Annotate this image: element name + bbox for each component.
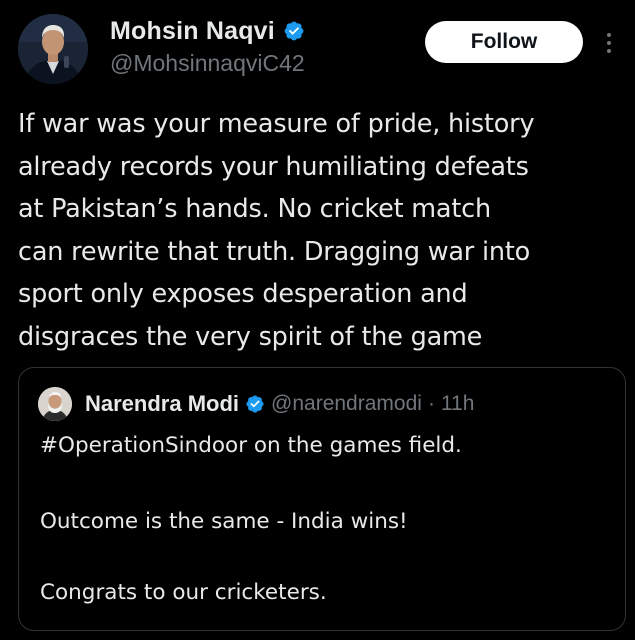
- quoted-separator: ·: [427, 392, 435, 415]
- tweet-text: If war was your measure of pride, histor…: [18, 109, 535, 352]
- author-handle[interactable]: @MohsinnaqviC42: [110, 50, 305, 77]
- author-name-row: Mohsin Naqvi: [110, 14, 305, 48]
- more-dot: [607, 49, 611, 53]
- quoted-header: Narendra Modi @narendramodi · 11h: [85, 388, 474, 420]
- quoted-tweet[interactable]: Narendra Modi @narendramodi · 11h #Opera…: [18, 367, 626, 631]
- follow-button[interactable]: Follow: [425, 21, 583, 63]
- author-name[interactable]: Mohsin Naqvi: [110, 17, 275, 46]
- verified-badge-icon: [283, 20, 305, 42]
- more-options-icon[interactable]: [600, 26, 618, 60]
- tweet-card: Mohsin Naqvi @MohsinnaqviC42 Follow If w…: [0, 0, 635, 640]
- more-dot: [607, 33, 611, 37]
- quoted-timestamp[interactable]: 11h: [441, 392, 474, 416]
- quoted-text-line: #OperationSindoor on the games field.: [40, 433, 462, 458]
- verified-badge-icon: [245, 394, 265, 414]
- quoted-text-line: Congrats to our cricketers.: [40, 580, 327, 605]
- quoted-author-handle[interactable]: @narendramodi: [271, 392, 422, 416]
- author-avatar[interactable]: [18, 14, 88, 84]
- quoted-text-line: Outcome is the same - India wins!: [40, 509, 408, 534]
- more-dot: [607, 41, 611, 45]
- quoted-author-name[interactable]: Narendra Modi: [85, 391, 239, 417]
- quoted-author-avatar[interactable]: [38, 387, 72, 421]
